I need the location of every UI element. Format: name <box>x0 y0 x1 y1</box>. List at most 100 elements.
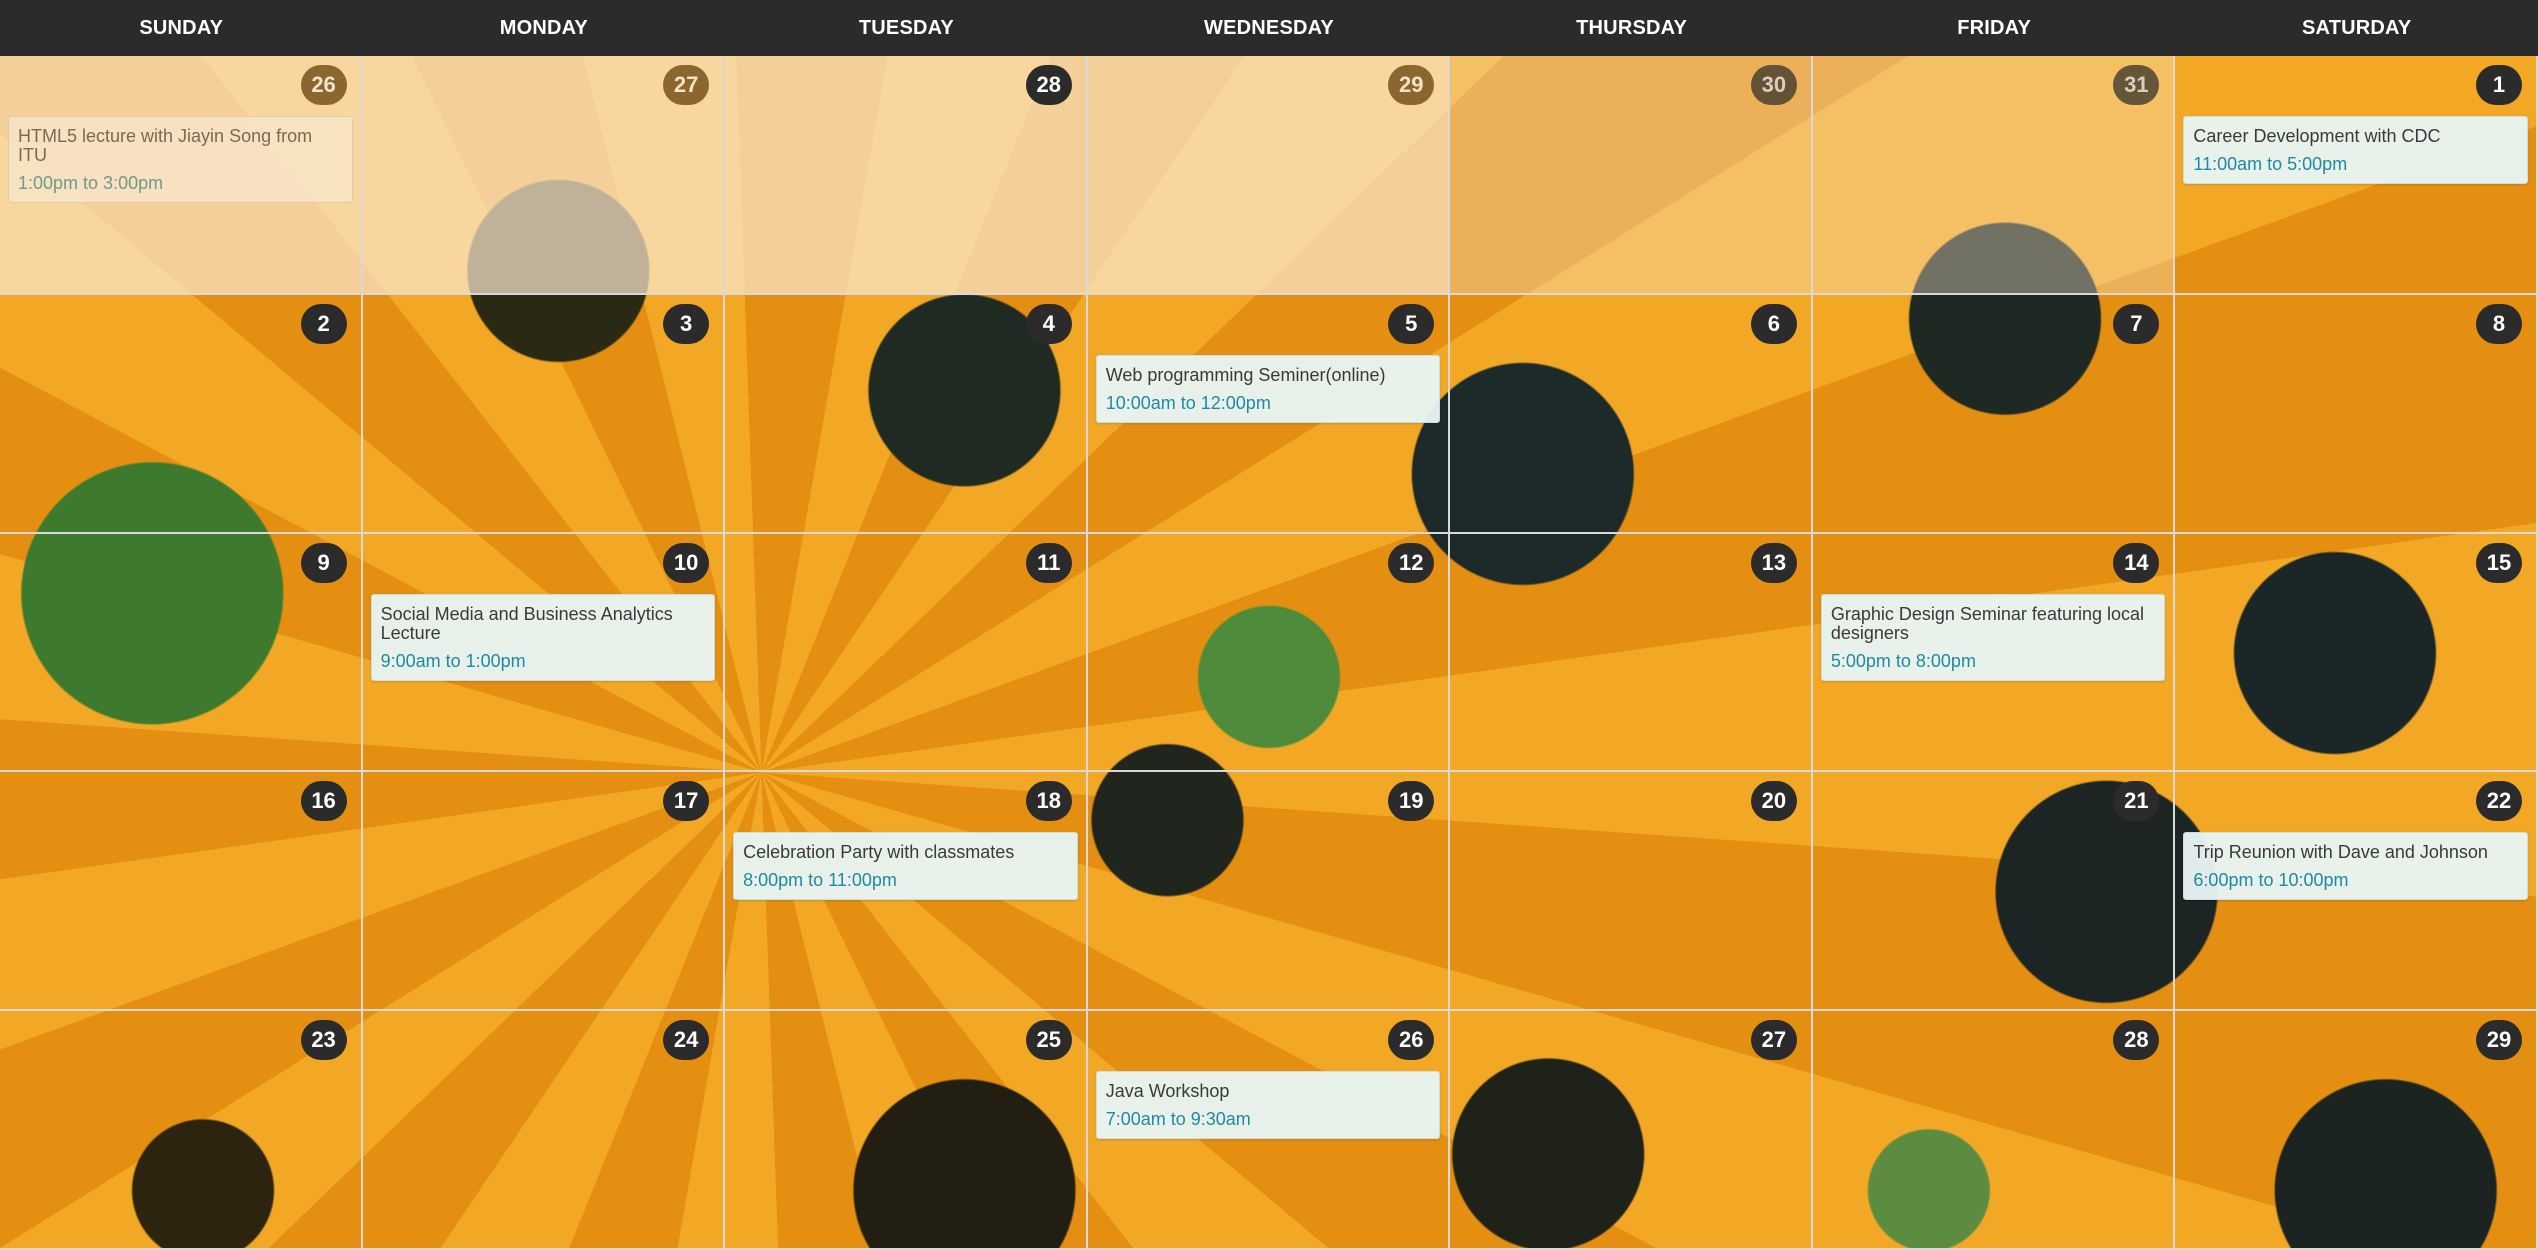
day-number: 28 <box>2113 1020 2160 1061</box>
day-number: 21 <box>2113 781 2160 822</box>
event-title: Graphic Design Seminar featuring local d… <box>1830 603 2144 643</box>
day-cell[interactable]: 28 <box>725 56 1088 295</box>
event-title: Celebration Party with classmates <box>743 842 1015 863</box>
weekday-header: SUNDAY MONDAY TUESDAY WEDNESDAY THURSDAY… <box>0 0 2538 57</box>
weekday-friday: FRIDAY <box>1957 16 2032 39</box>
day-number: 29 <box>1388 65 1435 105</box>
day-cell[interactable]: 8 <box>2175 294 2538 534</box>
weekday-wednesday: WEDNESDAY <box>1204 16 1334 39</box>
day-cell[interactable]: 7 <box>1812 294 2176 534</box>
event-card[interactable]: Career Development with CDC 11:00am to 5… <box>2183 116 2528 184</box>
day-number: 2 <box>300 303 347 344</box>
day-cell[interactable]: 20 <box>1450 772 1813 1012</box>
day-cell[interactable]: 19 <box>1087 772 1451 1012</box>
day-cell[interactable]: 4 <box>725 294 1088 534</box>
day-cell[interactable]: 30 <box>1450 56 1813 295</box>
day-number: 19 <box>1388 781 1435 822</box>
event-card[interactable]: Social Media and Business Analytics Lect… <box>370 593 716 681</box>
day-number: 24 <box>663 1020 710 1061</box>
day-number: 29 <box>2476 1020 2522 1061</box>
day-cell[interactable]: 21 <box>1812 772 2176 1012</box>
day-number: 26 <box>300 65 347 105</box>
day-cell[interactable]: 12 <box>1087 533 1451 773</box>
day-number: 8 <box>2476 303 2522 344</box>
weekday-monday: MONDAY <box>499 16 588 39</box>
day-cell[interactable]: 13 <box>1450 533 1813 773</box>
day-cell[interactable]: 17 <box>362 772 726 1012</box>
day-number: 5 <box>1388 303 1435 344</box>
event-title: Career Development with CDC <box>2193 126 2441 146</box>
day-number: 27 <box>1750 1020 1797 1061</box>
day-cell[interactable]: 10 Social Media and Business Analytics L… <box>362 533 726 773</box>
day-cell[interactable]: 15 <box>2175 533 2538 773</box>
day-cell[interactable]: 2 <box>0 294 363 534</box>
day-number: 4 <box>1025 303 1072 344</box>
day-cell[interactable]: 25 <box>725 1011 1088 1250</box>
day-number: 7 <box>2113 303 2160 344</box>
day-number: 22 <box>2476 781 2522 822</box>
day-cell[interactable]: 14 Graphic Design Seminar featuring loca… <box>1812 533 2176 773</box>
day-number: 1 <box>2476 65 2522 105</box>
day-cell[interactable]: 9 <box>0 533 363 773</box>
day-cell[interactable]: 22 Trip Reunion with Dave and Johnson 6:… <box>2175 772 2538 1012</box>
day-cell[interactable]: 27 <box>362 56 726 295</box>
day-number: 15 <box>2476 542 2522 583</box>
day-cell[interactable]: 23 <box>0 1011 363 1250</box>
day-cell[interactable]: 3 <box>362 294 726 534</box>
day-cell[interactable]: 24 <box>362 1011 726 1250</box>
day-number: 12 <box>1388 542 1435 583</box>
event-title: Web programming Seminer(online) <box>1105 364 1386 385</box>
event-card[interactable]: Graphic Design Seminar featuring local d… <box>1820 593 2166 681</box>
day-number: 3 <box>663 303 710 344</box>
day-cell[interactable]: 11 <box>725 533 1088 773</box>
event-card[interactable]: HTML5 lecture with Jiayin Song from ITU … <box>8 116 353 203</box>
day-cell[interactable]: 18 Celebration Party with classmates 8:0… <box>725 772 1088 1012</box>
day-cell[interactable]: 27 <box>1450 1011 1813 1250</box>
event-time: 7:00am to 9:30am <box>1105 1109 1251 1130</box>
event-title: Java Workshop <box>1105 1081 1230 1102</box>
month-grid: 26 HTML5 lecture with Jiayin Song from I… <box>0 56 2538 1250</box>
event-card[interactable]: Java Workshop 7:00am to 9:30am <box>1095 1071 1441 1140</box>
day-cell[interactable]: 26 Java Workshop 7:00am to 9:30am <box>1087 1011 1451 1250</box>
day-number: 9 <box>300 542 347 583</box>
calendar: SUNDAY MONDAY TUESDAY WEDNESDAY THURSDAY… <box>0 0 2538 1250</box>
weekday-sunday: SUNDAY <box>139 16 224 39</box>
day-number: 6 <box>1750 303 1797 344</box>
weekday-saturday: SATURDAY <box>2302 16 2412 39</box>
day-cell[interactable]: 26 HTML5 lecture with Jiayin Song from I… <box>0 56 363 295</box>
weekday-thursday: THURSDAY <box>1576 16 1687 39</box>
day-number: 25 <box>1025 1020 1072 1061</box>
event-card[interactable]: Web programming Seminer(online) 10:00am … <box>1095 354 1441 423</box>
day-cell[interactable]: 29 <box>1087 56 1451 295</box>
event-time: 9:00am to 1:00pm <box>380 650 526 671</box>
event-time: 5:00pm to 8:00pm <box>1830 650 1976 671</box>
event-card[interactable]: Celebration Party with classmates 8:00pm… <box>733 832 1078 901</box>
day-number: 11 <box>1025 542 1072 583</box>
day-cell[interactable]: 6 <box>1450 294 1813 534</box>
day-number: 14 <box>2113 542 2160 583</box>
day-number: 26 <box>1388 1020 1435 1061</box>
day-cell[interactable]: 29 <box>2175 1011 2538 1250</box>
day-number: 23 <box>300 1020 347 1061</box>
day-number: 17 <box>663 781 710 822</box>
day-cell[interactable]: 16 <box>0 772 363 1012</box>
day-cell[interactable]: 31 <box>1812 56 2176 295</box>
event-time: 10:00am to 12:00pm <box>1105 392 1271 413</box>
day-cell[interactable]: 5 Web programming Seminer(online) 10:00a… <box>1087 294 1451 534</box>
day-number: 10 <box>663 542 710 583</box>
event-title: Trip Reunion with Dave and Johnson <box>2193 842 2488 863</box>
day-number: 20 <box>1750 781 1797 822</box>
day-number: 27 <box>663 65 710 105</box>
day-cell[interactable]: 28 <box>1812 1011 2176 1250</box>
event-time: 6:00pm to 10:00pm <box>2193 870 2349 891</box>
day-number: 28 <box>1025 65 1072 105</box>
event-time: 11:00am to 5:00pm <box>2193 154 2348 174</box>
event-time: 8:00pm to 11:00pm <box>743 870 897 891</box>
day-number: 30 <box>1750 65 1797 105</box>
event-time: 1:00pm to 3:00pm <box>18 173 164 193</box>
day-number: 18 <box>1025 781 1072 822</box>
day-number: 16 <box>300 781 347 822</box>
event-title: HTML5 lecture with Jiayin Song from ITU <box>18 126 313 165</box>
event-card[interactable]: Trip Reunion with Dave and Johnson 6:00p… <box>2183 832 2528 901</box>
day-cell[interactable]: 1 Career Development with CDC 11:00am to… <box>2175 56 2538 295</box>
